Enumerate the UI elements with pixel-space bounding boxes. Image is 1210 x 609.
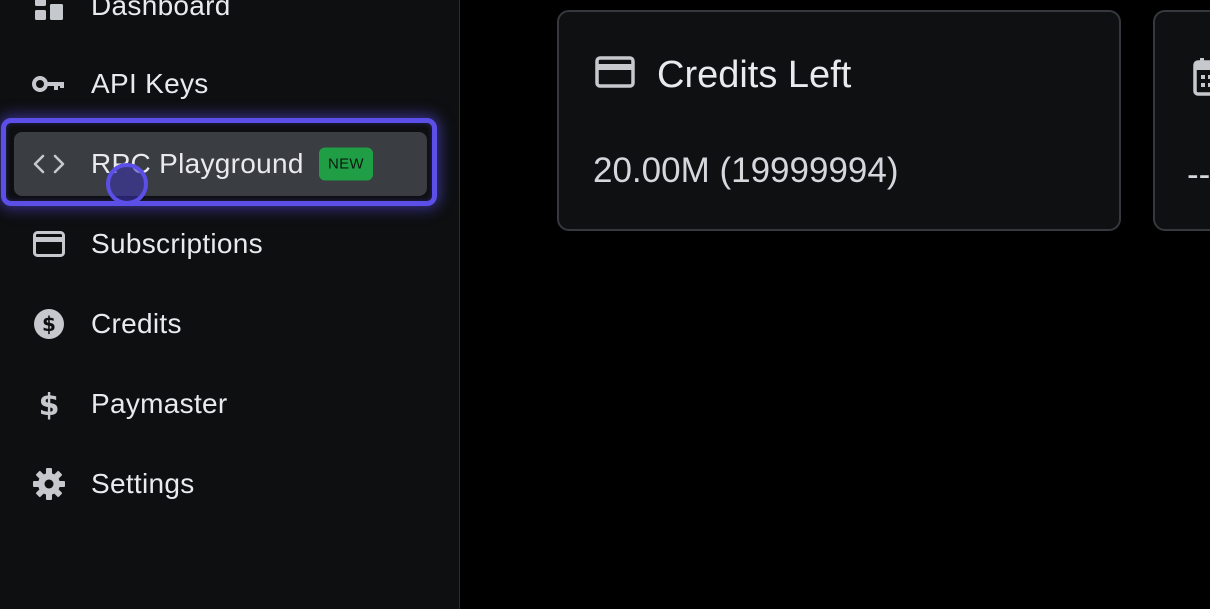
dollar-circle-icon: $: [32, 307, 66, 341]
sidebar-item-label: Credits: [91, 308, 182, 339]
sidebar-item-label: Subscriptions: [91, 228, 263, 259]
sidebar-item-label: Dashboard: [91, 0, 231, 21]
sidebar-item-subscriptions[interactable]: Subscriptions: [14, 212, 427, 276]
next-value: --: [1187, 155, 1210, 194]
sidebar-item-rpc-playground[interactable]: RPC Playground NEW: [14, 132, 427, 196]
svg-text:$: $: [39, 388, 60, 420]
new-badge: NEW: [319, 147, 373, 181]
credit-card-icon: [32, 227, 66, 261]
svg-text:$: $: [42, 312, 56, 336]
card-title: Credits Left: [657, 54, 852, 96]
dashboard-icon: [32, 0, 66, 23]
sidebar-item-api-keys[interactable]: API Keys: [14, 52, 427, 116]
sidebar-item-label: API Keys: [91, 68, 209, 99]
credits-left-card: Credits Left 20.00M (19999994): [557, 10, 1121, 231]
sidebar: Dashboard API Keys RPC Playground NEW Su…: [0, 0, 460, 609]
app-window: Dashboard API Keys RPC Playground NEW Su…: [0, 0, 1210, 609]
sidebar-item-credits[interactable]: $ Credits: [14, 292, 427, 356]
sidebar-item-label: Paymaster: [91, 388, 228, 419]
gear-icon: [32, 467, 66, 501]
sidebar-item-paymaster[interactable]: $ Paymaster: [14, 372, 427, 436]
sidebar-item-dashboard[interactable]: Dashboard: [14, 0, 427, 38]
sidebar-item-settings[interactable]: Settings: [14, 452, 427, 516]
key-icon: [32, 67, 66, 101]
calendar-icon: [1193, 58, 1210, 101]
dollar-icon: $: [32, 387, 66, 421]
credit-card-icon: [595, 56, 635, 93]
sidebar-item-label: RPC Playground: [91, 148, 304, 179]
credits-value: 20.00M (19999994): [593, 151, 899, 190]
sidebar-item-label: Settings: [91, 468, 195, 499]
code-icon: [32, 147, 66, 181]
next-card: --: [1153, 10, 1210, 231]
